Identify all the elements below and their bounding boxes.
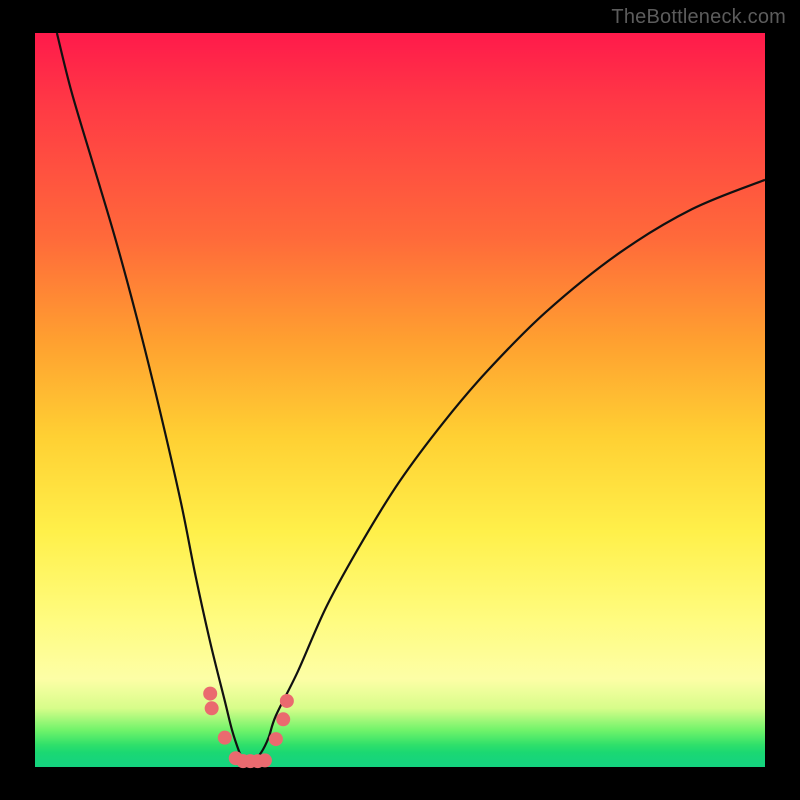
curve-marker <box>205 701 219 715</box>
curve-marker <box>203 687 217 701</box>
curve-marker <box>276 712 290 726</box>
curve-marker <box>258 753 272 767</box>
curve-marker <box>218 731 232 745</box>
plot-area <box>35 33 765 767</box>
curve-marker <box>269 732 283 746</box>
watermark-text: TheBottleneck.com <box>611 6 786 29</box>
chart-container: TheBottleneck.com <box>0 0 800 800</box>
bottleneck-curve <box>57 33 765 760</box>
curve-marker <box>280 694 294 708</box>
curve-markers <box>203 687 294 769</box>
curve-svg <box>35 33 765 767</box>
